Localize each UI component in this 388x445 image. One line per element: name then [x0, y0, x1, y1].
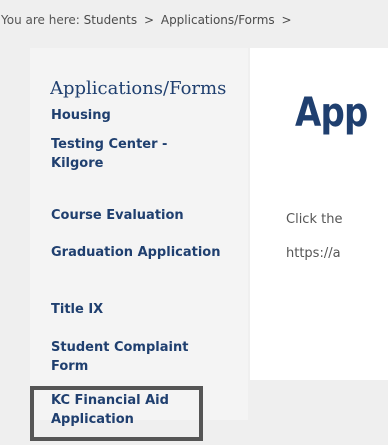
sidebar-item-housing[interactable]: Housing	[51, 106, 221, 125]
sidebar-item-graduation-application[interactable]: Graduation Application	[51, 243, 221, 262]
sidebar-item-testing-center[interactable]: Testing Center - Kilgore	[51, 135, 221, 173]
breadcrumb-link-students[interactable]: Students	[84, 13, 138, 27]
breadcrumb-separator: >	[281, 13, 292, 27]
sidebar-item-title-ix[interactable]: Title IX	[51, 300, 221, 319]
sidebar-item-course-evaluation[interactable]: Course Evaluation	[51, 206, 221, 225]
breadcrumb-prefix: You are here:	[1, 13, 80, 27]
main-link-line[interactable]: https://a	[286, 246, 341, 261]
sidebar-title: Applications/Forms	[50, 78, 227, 99]
sidebar: Applications/Forms Housing Testing Cente…	[30, 48, 248, 427]
main-content: App Click the https://a	[250, 48, 388, 380]
highlight-box	[30, 386, 203, 441]
breadcrumb: You are here: Students > Applications/Fo…	[0, 0, 388, 40]
sidebar-item-student-complaint-form[interactable]: Student Complaint Form	[51, 338, 221, 376]
page-title: App	[295, 90, 368, 136]
breadcrumb-link-applications-forms[interactable]: Applications/Forms	[161, 13, 275, 27]
main-text-line: Click the	[286, 212, 343, 227]
breadcrumb-separator: >	[143, 13, 155, 27]
